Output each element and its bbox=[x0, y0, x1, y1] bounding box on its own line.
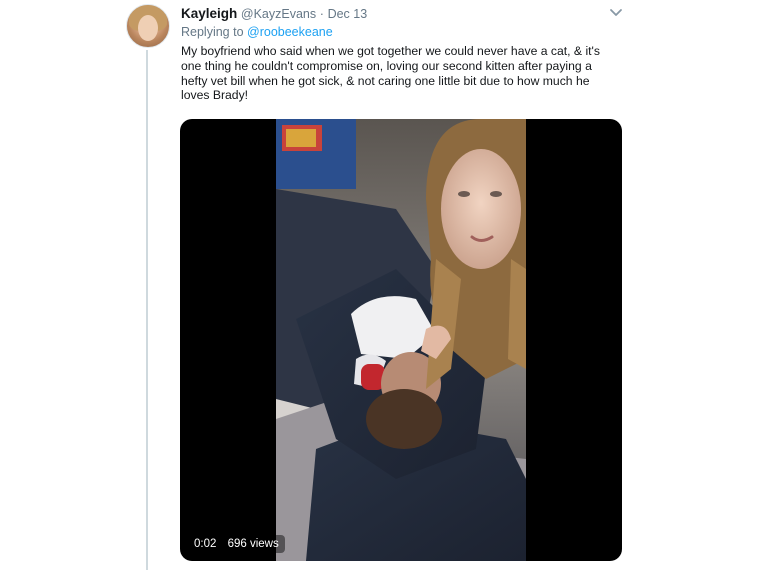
tweet[interactable]: Kayleigh @KayzEvans · Dec 13 Replying to… bbox=[0, 0, 760, 570]
display-name[interactable]: Kayleigh bbox=[181, 6, 237, 21]
video-duration: 0:02 bbox=[194, 538, 217, 550]
user-handle[interactable]: @KayzEvans bbox=[241, 7, 316, 21]
tweet-date[interactable]: Dec 13 bbox=[328, 7, 368, 21]
video-frame[interactable] bbox=[276, 119, 526, 561]
chevron-down-icon[interactable] bbox=[608, 6, 624, 20]
separator-dot: · bbox=[319, 7, 324, 21]
video-stats: 0:02 696 views bbox=[188, 535, 285, 553]
video-player[interactable]: 0:02 696 views bbox=[180, 119, 622, 561]
replying-to-link[interactable]: @roobeekeane bbox=[247, 25, 333, 39]
video-still bbox=[276, 119, 526, 561]
tweet-header: Kayleigh @KayzEvans · Dec 13 bbox=[181, 6, 367, 21]
replying-to: Replying to @roobeekeane bbox=[181, 25, 333, 39]
video-views: 696 views bbox=[227, 538, 279, 550]
avatar-face bbox=[138, 15, 158, 41]
replying-prefix: Replying to bbox=[181, 25, 248, 39]
tweet-text: My boyfriend who said when we got togeth… bbox=[181, 44, 600, 103]
avatar[interactable] bbox=[126, 4, 170, 48]
thread-line bbox=[146, 50, 148, 570]
